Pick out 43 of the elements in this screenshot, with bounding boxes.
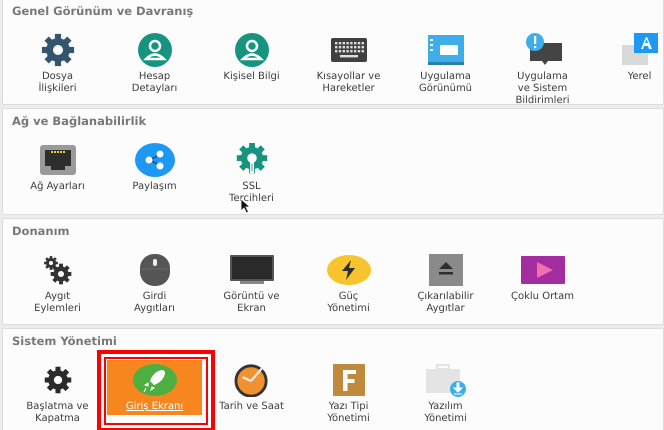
section-title: Donanım	[12, 224, 70, 238]
settings-item[interactable]: Çoklu Ortam	[495, 250, 590, 305]
settings-item[interactable]: Ağ Ayarları	[10, 140, 105, 195]
settings-item[interactable]: Uygulama Görünümü	[398, 30, 493, 97]
settings-item[interactable]: Yerel	[592, 30, 664, 85]
settings-item[interactable]: Tarih ve Saat	[204, 360, 299, 415]
user-icon	[234, 33, 268, 67]
settings-item[interactable]: Aygıt Eylemleri	[10, 250, 105, 317]
rocket-icon	[132, 364, 176, 396]
section-title: Sistem Yönetimi	[12, 334, 117, 348]
settings-item[interactable]: Çıkarılabilir Aygıtlar	[398, 250, 493, 317]
gear-icon	[44, 366, 72, 394]
settings-item[interactable]: Görüntü ve Ekran	[204, 250, 299, 317]
settings-item[interactable]: Yazı Tipi Yönetimi	[301, 360, 396, 427]
monitor-icon	[230, 255, 274, 285]
gears-icon	[42, 255, 72, 285]
section-title: Genel Görünüm ve Davranış	[12, 4, 194, 18]
settings-item[interactable]: Kısayollar ve Hareketler	[301, 30, 396, 97]
play-icon	[520, 256, 564, 284]
settings-item[interactable]: Hesap Detayları	[107, 30, 202, 97]
mouse-icon	[140, 254, 170, 286]
window-icon	[428, 35, 464, 65]
language-icon	[622, 33, 658, 67]
lightning-icon	[326, 255, 370, 285]
eject-icon	[428, 254, 462, 286]
settings-item[interactable]: Kişisel Bilgi	[204, 30, 299, 85]
settings-item[interactable]: Paylaşım	[107, 140, 202, 195]
settings-item[interactable]: Başlatma ve Kapatma	[10, 360, 105, 427]
user-icon	[138, 33, 172, 67]
gear-icon	[40, 33, 74, 67]
share-icon	[134, 143, 174, 177]
settings-item[interactable]: SSL Tercihleri	[204, 140, 299, 207]
settings-item[interactable]: Güç Yönetimi	[301, 250, 396, 317]
section-title: Ağ ve Bağlanabilirlik	[12, 114, 146, 128]
settings-item[interactable]: Uygulama ve Sistem Bildirimleri	[495, 30, 590, 109]
keyboard-icon	[330, 38, 366, 62]
notification-icon	[524, 33, 562, 67]
package-icon	[426, 363, 466, 397]
settings-item[interactable]: Dosya İlişkileri	[10, 30, 105, 97]
font-icon	[332, 364, 364, 396]
settings-item[interactable]: Yazılım Yönetimi	[398, 360, 493, 427]
settings-item[interactable]: Girdi Aygıtları	[107, 250, 202, 317]
ethernet-port-icon	[40, 145, 76, 175]
